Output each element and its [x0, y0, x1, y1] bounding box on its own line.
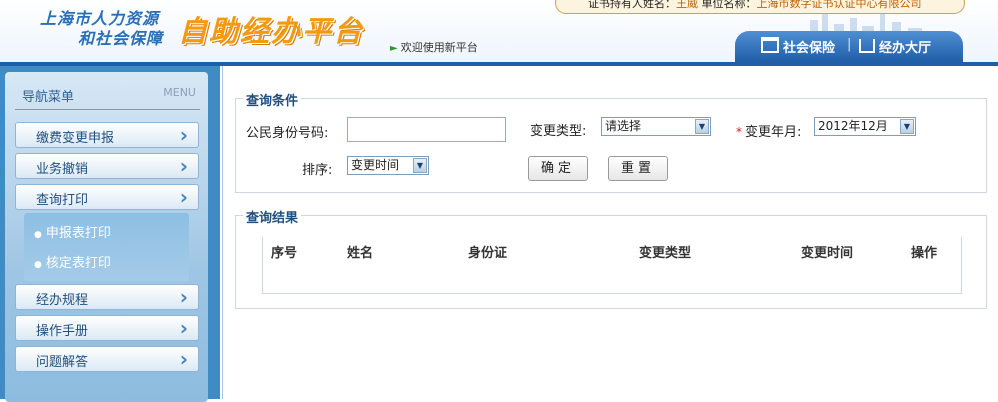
chevron-right-icon: › — [179, 185, 188, 209]
sidebar-item-label: 查询打印 — [36, 193, 89, 208]
sidebar-item-label: 业务撤销 — [36, 162, 89, 177]
sidebar-item-procedures[interactable]: 经办规程 › — [15, 284, 199, 310]
sidebar-item-manual[interactable]: 操作手册 › — [15, 315, 199, 341]
user-info-bar: 证书持有人姓名：王威 单位名称：上海市数字证书认证中心有限公司 — [555, 0, 965, 14]
submenu-item-declaration-print[interactable]: ● 申报表打印 — [34, 222, 111, 241]
welcome-text: 欢迎使用新平台 — [400, 41, 478, 54]
sidebar-title-en: MENU — [163, 86, 196, 99]
confirm-button[interactable]: 确定 — [528, 156, 588, 181]
chevron-right-icon: › — [179, 154, 188, 178]
column-header-action: 操作 — [911, 246, 938, 261]
column-header-index: 序号 — [271, 246, 298, 261]
nav-label: 经办大厅 — [879, 41, 932, 56]
chevron-right-icon: › — [179, 347, 188, 371]
platform-title: 自助经办平台 — [178, 14, 365, 48]
chevron-down-icon: ▼ — [413, 158, 427, 173]
bullet-icon: ● — [34, 230, 42, 240]
select-value: 2012年12月 — [818, 119, 888, 133]
user-label: 证书持有人姓名： — [588, 0, 676, 10]
org-name: 上海市数字证书认证中心有限公司 — [756, 0, 922, 10]
query-legend: 查询条件 — [243, 90, 302, 109]
chevron-right-icon: › — [179, 123, 188, 147]
id-number-label: 公民身份号码: — [246, 126, 329, 141]
reset-button[interactable]: 重置 — [608, 156, 668, 181]
chevron-down-icon: ▼ — [695, 119, 709, 134]
bullet-icon: ● — [34, 260, 42, 270]
column-header-change-type: 变更类型 — [639, 246, 692, 261]
nav-service-hall[interactable]: 经办大厅 — [859, 37, 931, 56]
sidebar-item-query-print[interactable]: 查询打印 › — [15, 184, 199, 210]
column-header-name: 姓名 — [347, 246, 374, 261]
change-month-label: * 变更年月: — [736, 125, 802, 140]
logo-line2: 和社会保障 — [78, 29, 164, 48]
submenu-query-print: ● 申报表打印 ● 核定表打印 — [24, 213, 189, 281]
change-month-select[interactable]: 2012年12月 ▼ — [814, 117, 916, 136]
sidebar-item-label: 操作手册 — [36, 324, 89, 339]
sidebar-item-faq[interactable]: 问题解答 › — [15, 346, 199, 372]
chevron-right-icon: › — [179, 316, 188, 340]
sort-select[interactable]: 变更时间 ▼ — [347, 156, 429, 175]
id-number-input[interactable] — [347, 117, 506, 142]
nav-social-insurance[interactable]: 社会保险 — [761, 37, 835, 56]
sidebar-item-revoke[interactable]: 业务撤销 › — [15, 153, 199, 179]
change-type-select[interactable]: 请选择 ▼ — [601, 117, 711, 136]
select-value: 变更时间 — [351, 158, 400, 172]
header: 上海市人力资源 和社会保障 自助经办平台 ► 欢迎使用新平台 证书持有人姓名：王威… — [0, 0, 998, 62]
sidebar-header: 导航菜单 MENU — [5, 72, 208, 112]
sidebar-item-fee-change[interactable]: 缴费变更申报 › — [15, 122, 199, 148]
required-marker: * — [736, 125, 742, 139]
sidebar-item-label: 缴费变更申报 — [36, 131, 115, 146]
sidebar-item-label: 问题解答 — [36, 355, 89, 370]
user-name: 王威 — [676, 0, 698, 10]
chevron-right-icon: › — [179, 285, 188, 309]
chevron-down-icon: ▼ — [900, 119, 914, 134]
welcome-message: ► 欢迎使用新平台 — [390, 39, 478, 55]
org-label: 单位名称： — [701, 0, 757, 10]
change-type-label: 变更类型: — [530, 124, 587, 139]
column-header-id: 身份证 — [468, 246, 508, 261]
results-legend: 查询结果 — [243, 207, 302, 226]
sidebar-title: 导航菜单 — [22, 90, 75, 105]
sort-label: 排序: — [302, 163, 333, 178]
column-header-change-time: 变更时间 — [801, 246, 854, 261]
building-icon — [859, 39, 875, 53]
speaker-icon: ► — [390, 43, 398, 54]
nav-label: 社会保险 — [783, 41, 836, 56]
top-nav: 社会保险 | 经办大厅 — [735, 31, 963, 62]
card-icon — [761, 37, 779, 53]
sidebar-item-label: 经办规程 — [36, 293, 89, 308]
select-value: 请选择 — [605, 119, 642, 133]
submenu-item-assessment-print[interactable]: ● 核定表打印 — [34, 252, 111, 271]
